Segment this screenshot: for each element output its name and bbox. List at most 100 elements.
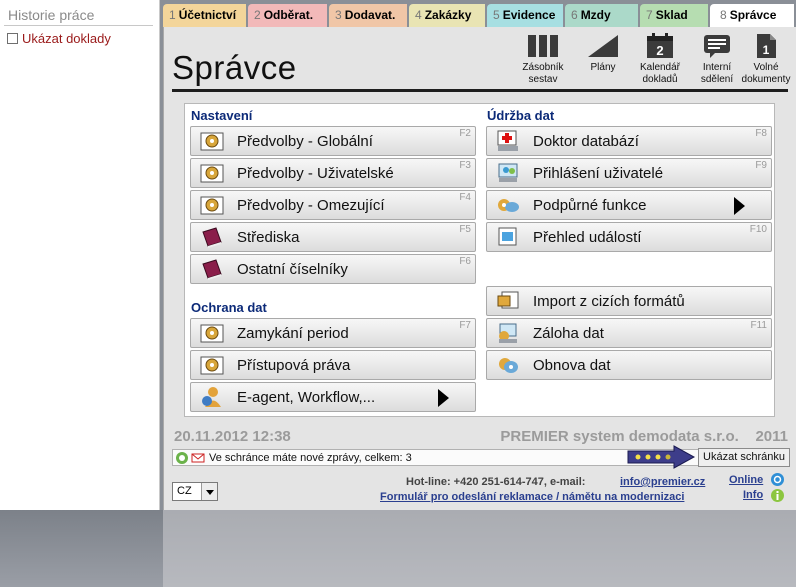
submenu-arrow-icon [438, 389, 449, 407]
tab-label: Sklad [655, 8, 688, 22]
gear-icon [197, 161, 227, 185]
shortcut-key: F2 [459, 128, 471, 139]
toolbar-plans[interactable]: Plány [575, 33, 631, 74]
shortcut-key: F10 [749, 224, 767, 235]
toolbar-report-stack[interactable]: Zásobník sestav [515, 33, 571, 86]
gear-icon [197, 193, 227, 217]
btn-preferences-user[interactable]: Předvolby - Uživatelské F3 [190, 158, 476, 188]
email-link[interactable]: info@premier.cz [620, 476, 705, 488]
toolbar-label: Plány [590, 62, 616, 73]
toolbar-calendar[interactable]: 2 Kalendář dokladů [632, 33, 688, 86]
tab-odberat[interactable]: 2 Odběrat. [248, 4, 327, 28]
gear-icon [197, 353, 227, 377]
button-label: Střediska [237, 229, 300, 246]
btn-data-restore[interactable]: Obnova dat [486, 350, 772, 380]
tab-sklad[interactable]: 7 Sklad [640, 4, 708, 28]
btn-access-rights[interactable]: Přístupová práva [190, 350, 476, 380]
toolbar-label: Volné [753, 62, 779, 73]
shortcut-key: F5 [459, 224, 471, 235]
message-text: Ve schránce máte nové zprávy, celkem: 3 [209, 451, 412, 464]
shortcut-key: F7 [459, 320, 471, 331]
tab-ucetnictvi[interactable]: 1 Účetnictví [163, 4, 246, 28]
tab-spravce[interactable]: 8 Správce [710, 4, 794, 28]
language-select[interactable]: CZ [172, 482, 218, 501]
chevron-down-icon[interactable] [201, 483, 217, 500]
tab-label: Odběrat. [263, 8, 314, 22]
import-icon [493, 289, 523, 313]
tab-label: Zakázky [424, 8, 472, 22]
btn-period-locking[interactable]: Zamykání period F7 [190, 318, 476, 348]
button-label: Obnova dat [533, 357, 611, 374]
tab-dodavat[interactable]: 3 Dodavat. [329, 4, 407, 28]
btn-e-agent-workflow[interactable]: E-agent, Workflow,... [190, 382, 476, 412]
button-label: Předvolby - Omezující [237, 197, 385, 214]
btn-support-functions[interactable]: Podpůrné funkce [486, 190, 772, 220]
complaint-form-link[interactable]: Formulář pro odeslání reklamace / námětu… [380, 491, 684, 503]
shortcut-key: F11 [750, 320, 768, 331]
tab-number: 1 [169, 8, 176, 22]
restore-icon [493, 353, 523, 377]
window-reflection [0, 510, 796, 587]
online-link[interactable]: Online [729, 474, 763, 486]
tab-number: 7 [646, 8, 653, 22]
tab-label: Mzdy [580, 8, 611, 22]
tab-label: Účetnictví [178, 8, 237, 22]
admin-panel: Nastavení Ochrana dat Údržba dat Předvol… [184, 103, 775, 417]
toolbar-internal-messages[interactable]: Interní sdělení [689, 33, 745, 86]
current-datetime: 20.11.2012 12:38 [174, 428, 291, 445]
btn-other-codebooks[interactable]: Ostatní číselníky F6 [190, 254, 476, 284]
history-panel: Historie práce Ukázat doklady [0, 0, 160, 510]
calendar-icon: 2 [647, 33, 673, 58]
history-divider [4, 25, 153, 26]
refresh-icon[interactable] [175, 451, 189, 465]
tab-label: Evidence [502, 8, 556, 22]
doctor-icon [493, 129, 523, 153]
toolbar-label: Zásobník [522, 62, 564, 73]
toolbar-label: Kalendář [639, 62, 681, 73]
btn-preferences-global[interactable]: Předvolby - Globální F2 [190, 126, 476, 156]
button-label: Zamykání period [237, 325, 349, 342]
button-label: Předvolby - Globální [237, 133, 373, 150]
checkbox-box[interactable] [7, 33, 18, 44]
btn-database-doctor[interactable]: Doktor databází F8 [486, 126, 772, 156]
document-icon: 1 [757, 34, 776, 58]
tab-number: 3 [335, 8, 342, 22]
columns-icon [528, 35, 558, 57]
gear-icon [197, 129, 227, 153]
tab-label: Dodavat. [344, 8, 396, 22]
btn-event-overview[interactable]: Přehled událostí F10 [486, 222, 772, 252]
btn-import-foreign-formats[interactable]: Import z cizích formátů [486, 286, 772, 316]
header-divider [172, 89, 788, 92]
company-name: PREMIER system demodata s.r.o. 2011 [500, 428, 788, 445]
show-documents-checkbox[interactable]: Ukázat doklady [7, 31, 111, 46]
toolbar-free-documents[interactable]: 1 Volné dokumenty [738, 33, 794, 86]
show-inbox-button[interactable]: Ukázat schránku [698, 448, 790, 467]
document-count: 1 [763, 43, 770, 57]
toolbar-label: sdělení [700, 74, 734, 85]
history-title: Historie práce [8, 7, 95, 23]
button-label: E-agent, Workflow,... [237, 389, 376, 406]
button-label: Předvolby - Uživatelské [237, 165, 394, 182]
tab-number: 5 [493, 8, 500, 22]
btn-preferences-restrictive[interactable]: Předvolby - Omezující F4 [190, 190, 476, 220]
info-icon[interactable] [770, 488, 785, 503]
button-label: Záloha dat [533, 325, 604, 342]
tab-zakazky[interactable]: 4 Zakázky [409, 4, 485, 28]
module-tabs: 1 Účetnictví 2 Odběrat. 3 Dodavat. 4 Zakázky… [163, 4, 794, 28]
users-icon [493, 161, 523, 185]
tab-mzdy[interactable]: 6 Mzdy [565, 4, 638, 28]
backup-icon [493, 321, 523, 345]
arrow-right-icon [627, 445, 696, 469]
btn-data-backup[interactable]: Záloha dat F11 [486, 318, 772, 348]
show-documents-label: Ukázat doklady [22, 31, 111, 46]
online-icon[interactable] [770, 472, 785, 487]
btn-cost-centers[interactable]: Střediska F5 [190, 222, 476, 252]
button-label: Přístupová práva [237, 357, 351, 374]
tab-number: 4 [415, 8, 422, 22]
info-link[interactable]: Info [743, 489, 763, 501]
tab-label: Správce [729, 8, 777, 22]
btn-logged-users[interactable]: Přihlášení uživatelé F9 [486, 158, 772, 188]
button-label: Přehled událostí [533, 229, 642, 246]
button-label: Import z cizích formátů [533, 293, 685, 310]
tab-evidence[interactable]: 5 Evidence [487, 4, 563, 28]
